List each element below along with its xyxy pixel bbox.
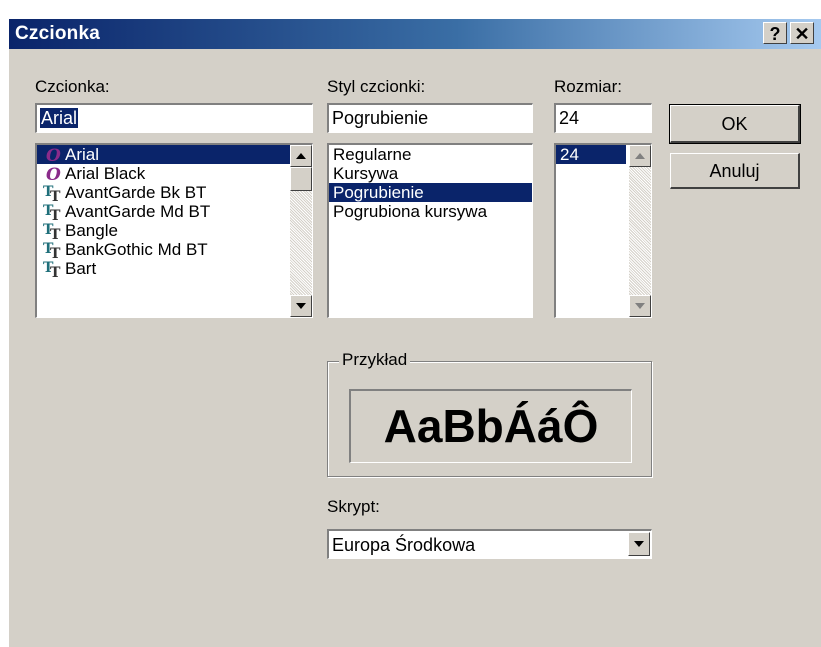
size-scroll-down-button[interactable]	[629, 295, 651, 317]
font-list-item-label: AvantGarde Bk BT	[65, 183, 207, 202]
size-scroll-up-button[interactable]	[629, 145, 651, 167]
help-button[interactable]: ?	[763, 22, 787, 44]
font-dialog: Czcionka ? ✕ Czcionka: Arial O Arial O Aria…	[8, 18, 821, 647]
font-list-scrollbar[interactable]	[290, 145, 312, 317]
cancel-button[interactable]: Anuluj	[670, 153, 800, 189]
arrow-down-icon	[296, 303, 306, 309]
style-list-item[interactable]: Regularne	[329, 145, 532, 164]
arrow-down-icon	[635, 303, 645, 309]
font-list-item-label: BankGothic Md BT	[65, 240, 208, 259]
scroll-up-button[interactable]	[290, 145, 312, 167]
style-label: Styl czcionki:	[327, 77, 426, 96]
font-list-item[interactable]: T T Bart	[37, 259, 297, 278]
svg-text:O: O	[46, 146, 61, 164]
script-select[interactable]: Europa Środkowa	[327, 529, 652, 559]
scroll-down-button[interactable]	[290, 295, 312, 317]
truetype-icon: TT	[43, 222, 61, 240]
font-list-item[interactable]: T T Bangle	[37, 221, 297, 240]
size-list[interactable]: 24	[554, 143, 652, 318]
size-list-item[interactable]: 24	[556, 145, 626, 164]
svg-text:T: T	[50, 227, 61, 240]
font-list[interactable]: O Arial O Arial Black T T AvantGarde Bk BT T T Av…	[35, 143, 313, 318]
style-list-item[interactable]: Kursywa	[329, 164, 532, 183]
font-list-item-label: Bangle	[65, 221, 118, 240]
ok-button[interactable]: OK	[669, 104, 801, 144]
truetype-icon: TT	[43, 241, 61, 259]
scroll-thumb[interactable]	[290, 167, 312, 191]
arrow-up-icon	[635, 153, 645, 159]
style-list-item-label: Pogrubiona kursywa	[333, 202, 488, 221]
truetype-icon: TT	[43, 203, 61, 221]
script-value: Europa Środkowa	[332, 535, 476, 555]
size-list-scrollbar[interactable]	[629, 145, 651, 317]
size-input[interactable]: 24	[554, 103, 652, 133]
style-list-item-label: Regularne	[333, 145, 412, 164]
style-list[interactable]: Regularne Kursywa Pogrubienie Pogrubiona ku…	[327, 143, 533, 318]
font-list-item[interactable]: T T AvantGarde Md BT	[37, 202, 297, 221]
font-list-item-label: Arial	[65, 145, 100, 164]
style-input[interactable]: Pogrubienie	[327, 103, 533, 133]
style-list-item-label: Pogrubienie	[333, 183, 424, 202]
script-dropdown-button[interactable]	[628, 532, 650, 556]
size-list-item-label: 24	[560, 145, 579, 164]
font-list-item-label: Arial Black	[65, 164, 146, 183]
svg-text:T: T	[50, 265, 61, 278]
font-list-item[interactable]: O Arial	[37, 145, 297, 164]
script-label: Skrypt:	[327, 497, 380, 516]
arrow-up-icon	[296, 153, 306, 159]
font-list-item[interactable]: T T BankGothic Md BT	[37, 240, 297, 259]
close-button[interactable]: ✕	[790, 22, 814, 44]
font-list-item[interactable]: O Arial Black	[37, 164, 297, 183]
font-name-input[interactable]: Arial	[35, 103, 313, 133]
svg-text:O: O	[46, 165, 61, 183]
chevron-down-icon	[634, 541, 644, 547]
style-list-item[interactable]: Pogrubiona kursywa	[329, 202, 532, 221]
truetype-icon: TT	[43, 260, 61, 278]
svg-text:T: T	[50, 208, 61, 221]
font-list-item-label: AvantGarde Md BT	[65, 202, 211, 221]
title-bar[interactable]: Czcionka ? ✕	[9, 19, 821, 49]
font-list-item-label: Bart	[65, 259, 97, 278]
sample-label: Przykład	[339, 350, 411, 370]
style-list-item[interactable]: Pogrubienie	[329, 183, 532, 202]
svg-text:T: T	[50, 246, 61, 259]
opentype-icon: O	[46, 165, 61, 183]
style-list-item-label: Kursywa	[333, 164, 399, 183]
font-list-item[interactable]: T T AvantGarde Bk BT	[37, 183, 297, 202]
size-label: Rozmiar:	[554, 77, 623, 96]
svg-text:T: T	[50, 189, 61, 202]
font-label: Czcionka:	[35, 77, 110, 96]
font-name-value: Arial	[40, 108, 79, 128]
sample-preview: AaBbÁáÔ	[349, 389, 632, 463]
opentype-icon: O	[46, 146, 61, 164]
truetype-icon: TT	[43, 184, 61, 202]
dialog-title: Czcionka	[15, 23, 101, 44]
